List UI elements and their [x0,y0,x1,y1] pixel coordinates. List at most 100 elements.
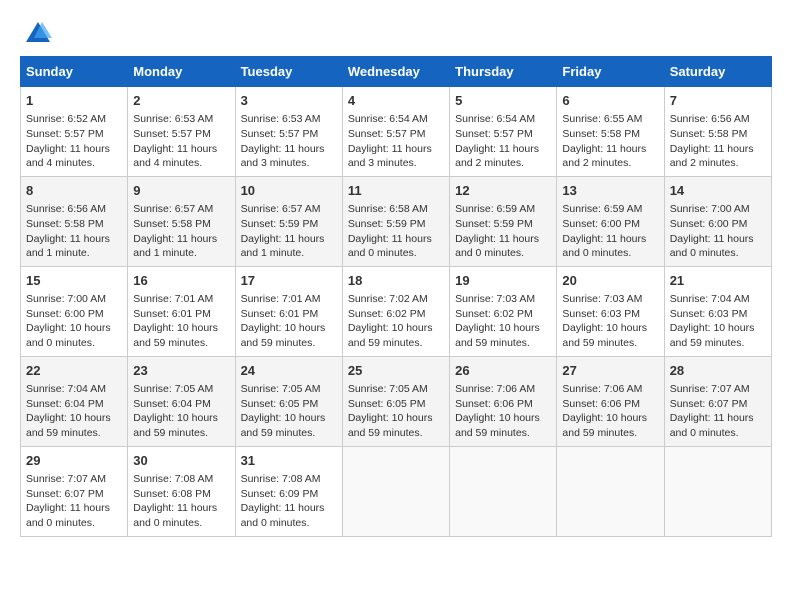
sunset-label: Sunset: 6:07 PM [670,398,748,410]
calendar-cell: 9Sunrise: 6:57 AMSunset: 5:58 PMDaylight… [128,176,235,266]
sunset-label: Sunset: 6:03 PM [562,308,640,320]
day-number: 6 [562,92,658,110]
calendar-cell: 25Sunrise: 7:05 AMSunset: 6:05 PMDayligh… [342,356,449,446]
calendar-cell: 10Sunrise: 6:57 AMSunset: 5:59 PMDayligh… [235,176,342,266]
day-number: 28 [670,362,766,380]
sunrise-label: Sunrise: 7:00 AM [670,203,750,215]
sunrise-label: Sunrise: 6:54 AM [348,113,428,125]
daylight-label: Daylight: 10 hours and 0 minutes. [26,322,111,349]
sunset-label: Sunset: 5:57 PM [133,128,211,140]
day-number: 27 [562,362,658,380]
calendar-header-row: SundayMondayTuesdayWednesdayThursdayFrid… [21,57,772,87]
calendar-cell: 7Sunrise: 6:56 AMSunset: 5:58 PMDaylight… [664,87,771,177]
logo-icon [24,20,52,48]
column-header-thursday: Thursday [450,57,557,87]
day-number: 9 [133,182,229,200]
sunrise-label: Sunrise: 7:05 AM [348,383,428,395]
daylight-label: Daylight: 10 hours and 59 minutes. [133,412,218,439]
daylight-label: Daylight: 11 hours and 2 minutes. [670,143,754,170]
sunrise-label: Sunrise: 7:07 AM [26,473,106,485]
column-header-friday: Friday [557,57,664,87]
sunrise-label: Sunrise: 6:53 AM [133,113,213,125]
calendar-cell: 14Sunrise: 7:00 AMSunset: 6:00 PMDayligh… [664,176,771,266]
day-number: 22 [26,362,122,380]
sunset-label: Sunset: 5:57 PM [348,128,426,140]
calendar: SundayMondayTuesdayWednesdayThursdayFrid… [20,56,772,537]
calendar-cell: 15Sunrise: 7:00 AMSunset: 6:00 PMDayligh… [21,266,128,356]
calendar-cell: 8Sunrise: 6:56 AMSunset: 5:58 PMDaylight… [21,176,128,266]
day-number: 7 [670,92,766,110]
sunrise-label: Sunrise: 6:59 AM [455,203,535,215]
day-number: 1 [26,92,122,110]
day-number: 17 [241,272,337,290]
calendar-cell: 23Sunrise: 7:05 AMSunset: 6:04 PMDayligh… [128,356,235,446]
sunset-label: Sunset: 6:06 PM [562,398,640,410]
daylight-label: Daylight: 11 hours and 1 minute. [241,233,325,260]
daylight-label: Daylight: 10 hours and 59 minutes. [562,412,647,439]
sunrise-label: Sunrise: 6:55 AM [562,113,642,125]
day-number: 5 [455,92,551,110]
sunrise-label: Sunrise: 7:03 AM [455,293,535,305]
calendar-cell: 11Sunrise: 6:58 AMSunset: 5:59 PMDayligh… [342,176,449,266]
sunrise-label: Sunrise: 7:04 AM [26,383,106,395]
logo [20,20,52,48]
sunset-label: Sunset: 6:03 PM [670,308,748,320]
sunset-label: Sunset: 6:07 PM [26,488,104,500]
daylight-label: Daylight: 11 hours and 0 minutes. [455,233,539,260]
sunset-label: Sunset: 6:01 PM [133,308,211,320]
day-number: 4 [348,92,444,110]
calendar-cell: 30Sunrise: 7:08 AMSunset: 6:08 PMDayligh… [128,446,235,536]
sunset-label: Sunset: 5:58 PM [562,128,640,140]
calendar-cell: 13Sunrise: 6:59 AMSunset: 6:00 PMDayligh… [557,176,664,266]
daylight-label: Daylight: 11 hours and 1 minute. [133,233,217,260]
daylight-label: Daylight: 11 hours and 3 minutes. [348,143,432,170]
day-number: 26 [455,362,551,380]
calendar-cell: 22Sunrise: 7:04 AMSunset: 6:04 PMDayligh… [21,356,128,446]
calendar-cell: 28Sunrise: 7:07 AMSunset: 6:07 PMDayligh… [664,356,771,446]
day-number: 30 [133,452,229,470]
calendar-cell [557,446,664,536]
sunrise-label: Sunrise: 7:00 AM [26,293,106,305]
sunset-label: Sunset: 6:04 PM [26,398,104,410]
day-number: 13 [562,182,658,200]
calendar-cell: 20Sunrise: 7:03 AMSunset: 6:03 PMDayligh… [557,266,664,356]
day-number: 16 [133,272,229,290]
calendar-cell [342,446,449,536]
sunset-label: Sunset: 5:57 PM [241,128,319,140]
daylight-label: Daylight: 10 hours and 59 minutes. [241,322,326,349]
calendar-cell: 17 Sunrise: 7:01 AM Sunset: 6:01 PM Dayligh… [235,266,342,356]
sunrise-label: Sunrise: 6:52 AM [26,113,106,125]
day-number: 24 [241,362,337,380]
calendar-cell: 27Sunrise: 7:06 AMSunset: 6:06 PMDayligh… [557,356,664,446]
day-number: 8 [26,182,122,200]
sunset-label: Sunset: 5:59 PM [241,218,319,230]
calendar-cell: 16Sunrise: 7:01 AMSunset: 6:01 PMDayligh… [128,266,235,356]
sunset-label: Sunset: 6:06 PM [455,398,533,410]
day-number: 23 [133,362,229,380]
day-number: 18 [348,272,444,290]
sunrise-label: Sunrise: 7:06 AM [455,383,535,395]
sunset-label: Sunset: 6:02 PM [348,308,426,320]
day-number: 14 [670,182,766,200]
calendar-cell: 26Sunrise: 7:06 AMSunset: 6:06 PMDayligh… [450,356,557,446]
sunrise-label: Sunrise: 7:01 AM [241,293,321,305]
daylight-label: Daylight: 11 hours and 0 minutes. [26,502,110,529]
day-number: 25 [348,362,444,380]
sunrise-label: Sunrise: 7:07 AM [670,383,750,395]
day-number: 31 [241,452,337,470]
sunrise-label: Sunrise: 7:08 AM [241,473,321,485]
daylight-label: Daylight: 10 hours and 59 minutes. [348,412,433,439]
sunset-label: Sunset: 6:01 PM [241,308,319,320]
sunrise-label: Sunrise: 7:05 AM [241,383,321,395]
calendar-week-row: 29 Sunrise: 7:07 AM Sunset: 6:07 PM Dayligh… [21,446,772,536]
daylight-label: Daylight: 11 hours and 0 minutes. [670,233,754,260]
column-header-wednesday: Wednesday [342,57,449,87]
calendar-cell: 2Sunrise: 6:53 AMSunset: 5:57 PMDaylight… [128,87,235,177]
daylight-label: Daylight: 11 hours and 3 minutes. [241,143,325,170]
column-header-saturday: Saturday [664,57,771,87]
day-number: 11 [348,182,444,200]
day-number: 29 [26,452,122,470]
day-number: 20 [562,272,658,290]
day-number: 15 [26,272,122,290]
sunrise-label: Sunrise: 6:58 AM [348,203,428,215]
